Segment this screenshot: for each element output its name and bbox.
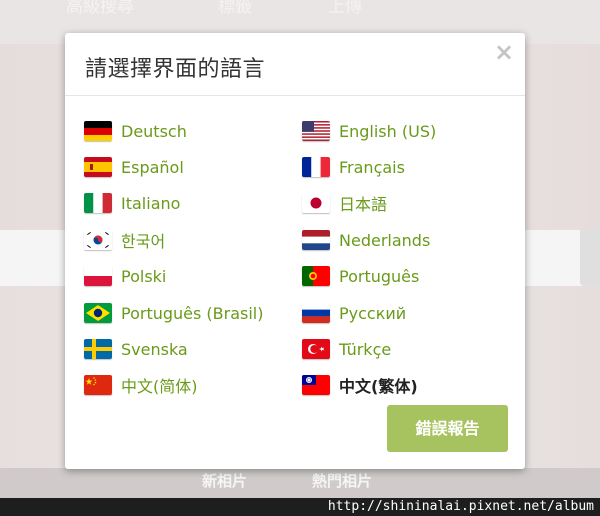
language-option-polski[interactable]: Polski bbox=[84, 264, 284, 288]
japan-flag-icon bbox=[302, 193, 330, 213]
usa-flag-icon bbox=[302, 121, 330, 141]
language-label: Español bbox=[121, 157, 184, 177]
language-label: Türkçe bbox=[339, 339, 392, 359]
language-label: Polski bbox=[121, 266, 167, 286]
language-option-italiano[interactable]: Italiano bbox=[84, 191, 284, 215]
language-label: Português (Brasil) bbox=[121, 303, 264, 323]
language-label: Português bbox=[339, 266, 420, 286]
language-option-portugues-brasil[interactable]: Português (Brasil) bbox=[84, 301, 284, 325]
germany-flag-icon bbox=[84, 121, 112, 141]
language-option-portugues[interactable]: Português bbox=[302, 264, 502, 288]
language-label: Nederlands bbox=[339, 230, 431, 250]
language-label: 한국어 bbox=[121, 232, 166, 251]
brazil-flag-icon bbox=[84, 303, 112, 323]
language-option-svenska[interactable]: Svenska bbox=[84, 337, 284, 361]
language-dialog: 請選擇界面的語言 × Deutsch English (US) Español bbox=[65, 33, 525, 469]
watermark-url: http://shininalai.pixnet.net/album bbox=[327, 499, 594, 514]
language-label: Русский bbox=[339, 303, 407, 323]
language-option-turkce[interactable]: Türkçe bbox=[302, 337, 502, 361]
language-label: Français bbox=[339, 157, 405, 177]
france-flag-icon bbox=[302, 157, 330, 177]
language-option-espanol[interactable]: Español bbox=[84, 155, 284, 179]
dialog-header: 請選擇界面的語言 × bbox=[65, 33, 525, 96]
language-option-japanese[interactable]: 日本語 bbox=[302, 191, 502, 215]
language-option-russian[interactable]: Русский bbox=[302, 301, 502, 325]
italy-flag-icon bbox=[84, 193, 112, 213]
language-option-chinese-traditional[interactable]: 中文(繁体) bbox=[302, 373, 502, 397]
language-label: 日本語 bbox=[339, 195, 388, 214]
korea-flag-icon bbox=[84, 230, 112, 250]
language-option-korean[interactable]: 한국어 bbox=[84, 228, 284, 252]
language-label: 中文(繁体) bbox=[339, 377, 418, 396]
language-option-deutsch[interactable]: Deutsch bbox=[84, 119, 284, 143]
language-label: Italiano bbox=[121, 193, 181, 213]
turkey-flag-icon bbox=[302, 339, 330, 359]
russia-flag-icon bbox=[302, 303, 330, 323]
language-option-english-us[interactable]: English (US) bbox=[302, 119, 502, 143]
sweden-flag-icon bbox=[84, 339, 112, 359]
language-label: 中文(简体) bbox=[121, 377, 198, 396]
close-icon: × bbox=[493, 38, 515, 66]
language-option-francais[interactable]: Français bbox=[302, 155, 502, 179]
language-label: Svenska bbox=[121, 339, 188, 359]
spain-flag-icon bbox=[84, 157, 112, 177]
language-option-chinese-simplified[interactable]: 中文(简体) bbox=[84, 373, 284, 397]
portugal-flag-icon bbox=[302, 266, 330, 286]
dialog-title: 請選擇界面的語言 bbox=[85, 57, 266, 82]
report-error-button[interactable]: 錯誤報告 bbox=[387, 405, 508, 452]
china-flag-icon bbox=[84, 375, 112, 395]
netherlands-flag-icon bbox=[302, 230, 330, 250]
close-button[interactable]: × bbox=[493, 39, 515, 65]
language-label: Deutsch bbox=[121, 121, 187, 141]
language-label: English (US) bbox=[339, 121, 437, 141]
poland-flag-icon bbox=[84, 266, 112, 286]
watermark-bar: http://shininalai.pixnet.net/album bbox=[0, 498, 600, 516]
taiwan-flag-icon bbox=[302, 375, 330, 395]
language-option-nederlands[interactable]: Nederlands bbox=[302, 228, 502, 252]
